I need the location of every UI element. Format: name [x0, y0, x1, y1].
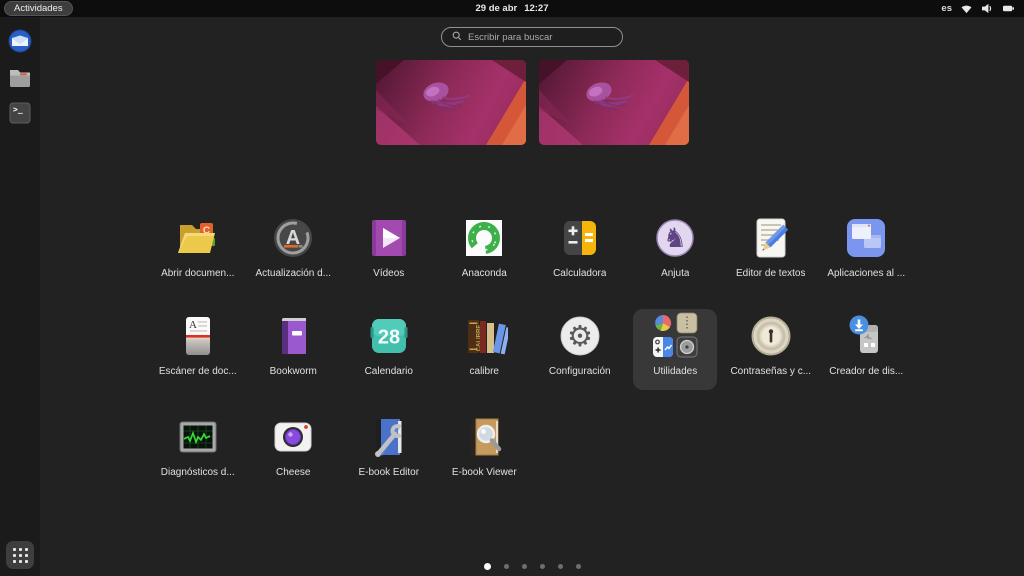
- document-scanner-icon: A: [174, 312, 222, 360]
- page-dot-5[interactable]: [558, 564, 563, 569]
- files-icon: [7, 64, 33, 90]
- app-bookworm[interactable]: Bookworm: [251, 309, 335, 387]
- dock-item-thunderbird[interactable]: [7, 28, 33, 54]
- show-applications-button[interactable]: [6, 541, 34, 569]
- activities-button[interactable]: Actividades: [4, 1, 73, 16]
- app-label: Actualización d...: [255, 268, 331, 279]
- app-grid-icon: [13, 548, 28, 563]
- clock-time: 12:27: [524, 3, 548, 14]
- workspace-switcher: [40, 60, 1024, 145]
- svg-text:♞: ♞: [663, 223, 687, 253]
- page-dot-4[interactable]: [540, 564, 545, 569]
- clock[interactable]: 29 de abr 12:27: [475, 3, 548, 14]
- web-apps-icon: [842, 214, 890, 262]
- app-label: Contraseñas y c...: [730, 366, 811, 377]
- app-editor-de-textos[interactable]: Editor de textos: [729, 211, 813, 289]
- app-label: Utilidades: [653, 366, 697, 377]
- ebook-viewer-icon: [460, 413, 508, 461]
- workspace-thumbnail-2[interactable]: [539, 60, 689, 145]
- text-editor-icon: [747, 214, 795, 262]
- calendar-icon: 28: [365, 312, 413, 360]
- app-label: Diagnósticos d...: [161, 467, 235, 478]
- thunderbird-icon: [7, 28, 33, 54]
- terminal-icon: >_: [7, 100, 33, 126]
- app-utilidades[interactable]: Utilidades: [633, 309, 717, 390]
- app-grid: C Abrir documen... A Actualización d... Víde…: [150, 211, 914, 488]
- app-calibre[interactable]: CALIBRE calibre: [442, 309, 526, 387]
- app-label: E-book Viewer: [452, 467, 517, 478]
- app-label: Configuración: [549, 366, 611, 377]
- app-e-book-viewer[interactable]: E-book Viewer: [442, 410, 526, 488]
- settings-icon: ⚙: [556, 312, 604, 360]
- office-folder-icon: C: [174, 214, 222, 262]
- app-vídeos[interactable]: Vídeos: [347, 211, 431, 289]
- app-label: Bookworm: [270, 366, 317, 377]
- app-label: Aplicaciones al ...: [827, 268, 905, 279]
- anaconda-icon: [460, 214, 508, 262]
- search-row: Escribir para buscar: [40, 27, 1024, 47]
- utilities-folder-icon: [651, 312, 699, 360]
- anjuta-icon: ♞: [651, 214, 699, 262]
- dock-item-files[interactable]: [7, 64, 33, 90]
- page-dot-3[interactable]: [522, 564, 527, 569]
- page-indicator: [40, 563, 1024, 570]
- calculator-icon: [556, 214, 604, 262]
- app-anjuta[interactable]: ♞ Anjuta: [633, 211, 717, 289]
- bookworm-icon: [269, 312, 317, 360]
- page-dot-1[interactable]: [484, 563, 491, 570]
- search-input[interactable]: Escribir para buscar: [441, 27, 623, 47]
- disk-creator-icon: [842, 312, 890, 360]
- dock: >_: [0, 17, 40, 576]
- search-placeholder: Escribir para buscar: [468, 32, 552, 43]
- app-calculadora[interactable]: Calculadora: [538, 211, 622, 289]
- wifi-icon[interactable]: [960, 3, 973, 14]
- calibre-icon: CALIBRE: [460, 312, 508, 360]
- app-creador-de-dis[interactable]: Creador de dis...: [824, 309, 908, 387]
- app-label: E-book Editor: [358, 467, 419, 478]
- keyboard-layout-indicator[interactable]: es: [941, 3, 952, 14]
- search-icon: [452, 31, 462, 44]
- svg-text:>_: >_: [13, 105, 23, 114]
- dock-item-terminal[interactable]: >_: [7, 100, 33, 126]
- app-label: Abrir documen...: [161, 268, 234, 279]
- system-status-area[interactable]: es: [937, 0, 1019, 17]
- svg-text:28: 28: [378, 327, 400, 349]
- app-cheese[interactable]: Cheese: [251, 410, 335, 488]
- app-actualización-d[interactable]: A Actualización d...: [251, 211, 335, 289]
- app-label: Calculadora: [553, 268, 606, 279]
- app-abrir-documen[interactable]: C Abrir documen...: [156, 211, 240, 289]
- app-aplicaciones-al[interactable]: Aplicaciones al ...: [824, 211, 908, 289]
- app-e-book-editor[interactable]: E-book Editor: [347, 410, 431, 488]
- app-label: Escáner de doc...: [159, 366, 237, 377]
- cheese-icon: [269, 413, 317, 461]
- videos-icon: [365, 214, 413, 262]
- app-label: Anjuta: [661, 268, 689, 279]
- app-label: Anaconda: [462, 268, 507, 279]
- app-contraseñas-y-c[interactable]: Contraseñas y c...: [729, 309, 813, 387]
- svg-text:A: A: [189, 319, 197, 331]
- workspace-thumbnail-1[interactable]: [376, 60, 526, 145]
- app-calendario[interactable]: 28 Calendario: [347, 309, 431, 387]
- page-dot-2[interactable]: [504, 564, 509, 569]
- app-label: Calendario: [365, 366, 413, 377]
- top-bar: Actividades 29 de abr 12:27 es: [0, 0, 1024, 17]
- app-configuración[interactable]: ⚙ Configuración: [538, 309, 622, 387]
- page-dot-6[interactable]: [576, 564, 581, 569]
- app-escáner-de-doc[interactable]: A Escáner de doc...: [156, 309, 240, 387]
- update-manager-icon: A: [269, 214, 317, 262]
- app-label: calibre: [470, 366, 499, 377]
- clock-date: 29 de abr: [475, 3, 517, 14]
- app-label: Cheese: [276, 467, 310, 478]
- diagnostics-icon: [174, 413, 222, 461]
- app-diagnósticos-d[interactable]: Diagnósticos d...: [156, 410, 240, 488]
- app-label: Vídeos: [373, 268, 404, 279]
- battery-icon[interactable]: [1002, 3, 1015, 14]
- ebook-editor-icon: [365, 413, 413, 461]
- passwords-icon: [747, 312, 795, 360]
- app-anaconda[interactable]: Anaconda: [442, 211, 526, 289]
- svg-text:⚙: ⚙: [567, 321, 593, 353]
- app-label: Creador de dis...: [829, 366, 903, 377]
- app-label: Editor de textos: [736, 268, 805, 279]
- volume-icon[interactable]: [981, 3, 994, 14]
